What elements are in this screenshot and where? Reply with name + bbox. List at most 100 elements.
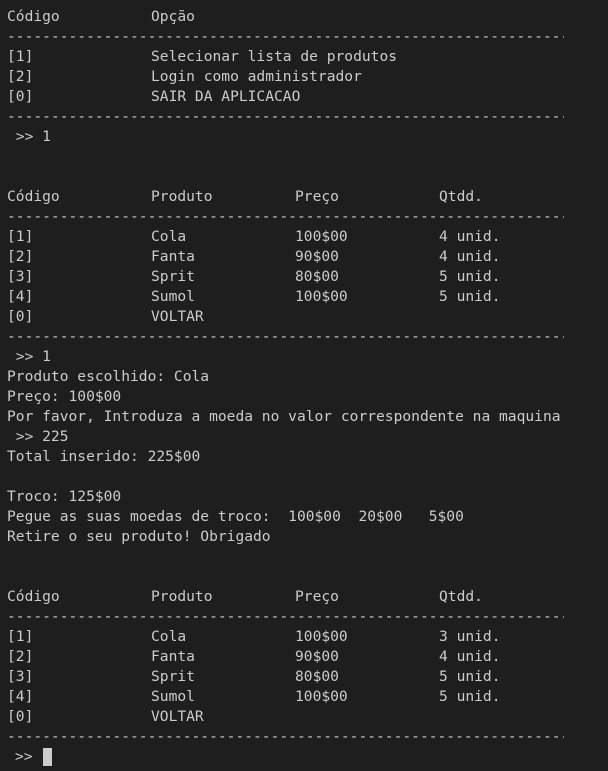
product-cell-name: Cola bbox=[151, 228, 187, 245]
purchase-message: >> 225 bbox=[7, 428, 69, 445]
product-header-price: Preço bbox=[295, 588, 339, 605]
product-header-name: Produto bbox=[151, 188, 213, 205]
product-header-name: Produto bbox=[151, 588, 213, 605]
product-row: [3] Sprit 80$00 5 unid. bbox=[0, 267, 608, 287]
menu-row: [0] SAIR DA APLICACAO bbox=[0, 87, 608, 107]
product-cell-quantity: 5 unid. bbox=[439, 668, 501, 685]
menu-input-line: >> 1 bbox=[0, 127, 608, 147]
purchase-message: Troco: 125$00 bbox=[7, 488, 122, 505]
product-cell-price: 100$00 bbox=[295, 228, 348, 245]
product-input-line: >> 1 bbox=[0, 347, 608, 367]
product-cell-name: Sumol bbox=[151, 288, 195, 305]
separator-dashes: ----------------------------------------… bbox=[7, 608, 564, 625]
purchase-output-line: Produto escolhido: Cola bbox=[0, 367, 608, 387]
separator-line: ----------------------------------------… bbox=[0, 107, 608, 127]
product-row: [2] Fanta 90$00 4 unid. bbox=[0, 247, 608, 267]
purchase-message: Preço: 100$00 bbox=[7, 388, 122, 405]
product-cell-quantity: 4 unid. bbox=[439, 648, 501, 665]
product-header-quantity: Qtdd. bbox=[439, 588, 483, 605]
product-cell-price: 80$00 bbox=[295, 268, 339, 285]
purchase-message: Por favor, Introduza a moeda no valor co… bbox=[7, 408, 561, 425]
terminal-output: Código Opção -----------------------------… bbox=[0, 7, 608, 767]
product-cell-quantity: 3 unid. bbox=[439, 628, 501, 645]
product-cell-price: 80$00 bbox=[295, 668, 339, 685]
product-cell-code: [4] bbox=[7, 688, 34, 705]
text-cursor[interactable] bbox=[43, 748, 52, 766]
terminal-window[interactable]: Código Opção -----------------------------… bbox=[0, 0, 608, 771]
menu-row: [2] Login como administrador bbox=[0, 67, 608, 87]
product-cell-name: VOLTAR bbox=[151, 708, 204, 725]
separator-dashes: ----------------------------------------… bbox=[7, 328, 564, 345]
product-header-price: Preço bbox=[295, 188, 339, 205]
user-input-echo: >> 1 bbox=[7, 348, 51, 365]
product-cell-quantity: 5 unid. bbox=[439, 688, 501, 705]
user-input-echo: >> 1 bbox=[7, 128, 51, 145]
product-row: [2] Fanta 90$00 4 unid. bbox=[0, 647, 608, 667]
product-cell-name: Cola bbox=[151, 628, 187, 645]
product-header-code: Código bbox=[7, 588, 60, 605]
separator-line: ----------------------------------------… bbox=[0, 607, 608, 627]
product-cell-price: 90$00 bbox=[295, 648, 339, 665]
menu-cell-code: [1] bbox=[7, 48, 34, 65]
product-header-row: Código Produto Preço Qtdd. bbox=[0, 587, 608, 607]
purchase-output-line: Total inserido: 225$00 bbox=[0, 447, 608, 467]
separator-dashes: ----------------------------------------… bbox=[7, 28, 564, 45]
product-cell-code: [0] bbox=[7, 308, 34, 325]
product-row: [1] Cola 100$00 3 unid. bbox=[0, 627, 608, 647]
product-row: [0] VOLTAR bbox=[0, 707, 608, 727]
product-cell-quantity: 5 unid. bbox=[439, 268, 501, 285]
product-cell-name: VOLTAR bbox=[151, 308, 204, 325]
product-cell-price: 90$00 bbox=[295, 248, 339, 265]
product-cell-code: [3] bbox=[7, 268, 34, 285]
menu-header-code: Código bbox=[7, 8, 60, 25]
menu-row: [1] Selecionar lista de produtos bbox=[0, 47, 608, 67]
purchase-output-line: Preço: 100$00 bbox=[0, 387, 608, 407]
product-row: [0] VOLTAR bbox=[0, 307, 608, 327]
menu-cell-option: Login como administrador bbox=[151, 68, 362, 85]
separator-line: ----------------------------------------… bbox=[0, 327, 608, 347]
product-cell-name: Sprit bbox=[151, 268, 195, 285]
product-cell-name: Sprit bbox=[151, 668, 195, 685]
product-cell-name: Sumol bbox=[151, 688, 195, 705]
product-header-row: Código Produto Preço Qtdd. bbox=[0, 187, 608, 207]
product-cell-price: 100$00 bbox=[295, 288, 348, 305]
menu-cell-code: [2] bbox=[7, 68, 34, 85]
product-cell-name: Fanta bbox=[151, 648, 195, 665]
product-cell-code: [2] bbox=[7, 248, 34, 265]
product-row: [4] Sumol 100$00 5 unid. bbox=[0, 287, 608, 307]
product-cell-code: [0] bbox=[7, 708, 34, 725]
product-row: [4] Sumol 100$00 5 unid. bbox=[0, 687, 608, 707]
input-prompt: >> bbox=[15, 748, 33, 765]
purchase-message: Total inserido: 225$00 bbox=[7, 448, 201, 465]
product-cell-price: 100$00 bbox=[295, 688, 348, 705]
separator-line: ----------------------------------------… bbox=[0, 27, 608, 47]
menu-header-option: Opção bbox=[151, 8, 195, 25]
product-cell-code: [2] bbox=[7, 648, 34, 665]
product-cell-code: [1] bbox=[7, 228, 34, 245]
purchase-message: Retire o seu produto! Obrigado bbox=[7, 528, 271, 545]
product-cell-quantity: 5 unid. bbox=[439, 288, 501, 305]
product-cell-code: [4] bbox=[7, 288, 34, 305]
menu-cell-option: SAIR DA APLICACAO bbox=[151, 88, 301, 105]
purchase-output-line: Retire o seu produto! Obrigado bbox=[0, 527, 608, 547]
separator-line: ----------------------------------------… bbox=[0, 727, 608, 747]
separator-dashes: ----------------------------------------… bbox=[7, 208, 564, 225]
product-header-quantity: Qtdd. bbox=[439, 188, 483, 205]
purchase-output-line: Troco: 125$00 bbox=[0, 487, 608, 507]
separator-dashes: ----------------------------------------… bbox=[7, 728, 564, 745]
purchase-message: Pegue as suas moedas de troco: 100$00 20… bbox=[7, 508, 464, 525]
purchase-output-line: Pegue as suas moedas de troco: 100$00 20… bbox=[0, 507, 608, 527]
product-header-code: Código bbox=[7, 188, 60, 205]
product-cell-name: Fanta bbox=[151, 248, 195, 265]
menu-cell-option: Selecionar lista de produtos bbox=[151, 48, 398, 65]
purchase-output-line: >> 225 bbox=[0, 427, 608, 447]
product-row: [1] Cola 100$00 4 unid. bbox=[0, 227, 608, 247]
prompt-line: >> bbox=[0, 747, 608, 767]
product-row: [3] Sprit 80$00 5 unid. bbox=[0, 667, 608, 687]
purchase-output-line bbox=[0, 467, 608, 487]
product-cell-quantity: 4 unid. bbox=[439, 228, 501, 245]
